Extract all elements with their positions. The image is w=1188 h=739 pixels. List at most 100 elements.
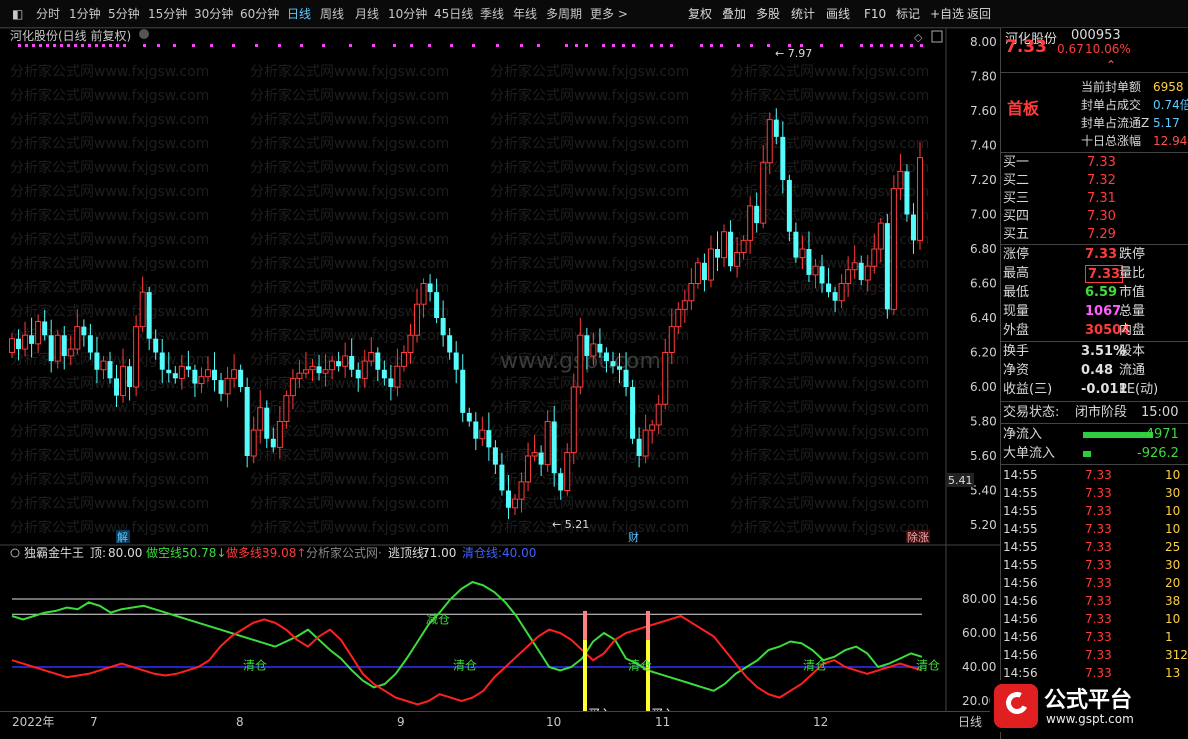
tool-button-7[interactable]: +自选 [930,6,964,22]
stat-label-2: 市值 [1119,285,1146,300]
signal-dot [632,44,635,47]
signal-dot [585,44,588,47]
period-tab-10[interactable]: 45日线 [434,6,473,22]
candle-body [264,407,270,439]
tick-volume: 312 [1165,648,1188,662]
candle-body [649,424,656,431]
candle-body [16,338,22,350]
candle-body [67,348,74,357]
tool-button-6[interactable]: 标记 [896,6,920,22]
period-tab-5[interactable]: 60分钟 [240,6,279,22]
signal-dot [157,44,160,47]
trade-status-value: 闭市阶段 [1075,405,1128,420]
candle-body [812,265,819,276]
watermark-text: 分析家公式网www.fxjgsw.com [730,351,929,368]
candle-body [218,380,224,394]
period-tab-14[interactable]: 更多 > [590,6,628,22]
stat-value: 6.59 [1085,285,1118,300]
price-tick: 5.80 [970,415,997,429]
signal-dot [123,44,126,47]
candle-body [289,377,296,397]
signal-dot [88,44,91,47]
watermark-text: 分析家公式网www.fxjgsw.com [730,423,929,440]
candle-body [329,360,336,371]
watermark-text: 分析家公式网www.fxjgsw.com [490,519,689,536]
divider [1001,401,1188,402]
watermark-text: 分析家公式网www.fxjgsw.com [250,231,449,248]
stat-label-2: 总量 [1119,304,1146,319]
candle-body [551,421,557,474]
tool-button-3[interactable]: 统计 [791,6,815,22]
divider [1001,152,1188,153]
tool-button-4[interactable]: 画线 [826,6,850,22]
stat2-label-2: 流通 [1119,363,1146,378]
candle-body [570,386,577,454]
watermark-text: 分析家公式网www.fxjgsw.com [730,87,929,104]
period-tab-3[interactable]: 15分钟 [148,6,187,22]
tool-button-0[interactable]: 复权 [688,6,712,22]
period-tab-1[interactable]: 1分钟 [69,6,101,22]
candle-body [662,352,669,405]
period-tab-2[interactable]: 5分钟 [108,6,140,22]
signal-dot [278,44,281,47]
watermark-text: 分析家公式网www.fxjgsw.com [490,303,689,320]
period-tab-8[interactable]: 月线 [355,6,379,22]
tool-button-1[interactable]: 叠加 [722,6,746,22]
period-label[interactable]: 日线 [958,714,982,730]
candle-body [786,180,792,232]
watermark-text: 分析家公式网www.fxjgsw.com [10,159,209,176]
marker-jie: 解 [117,530,128,544]
kline-chart[interactable]: 分析家公式网www.fxjgsw.com 分析家公式网www.fxjgsw.com… [0,28,1000,739]
price-tick: 7.80 [970,70,997,84]
candle-body [407,334,414,353]
price-tick: 6.80 [970,242,997,256]
signal-dot [575,44,578,47]
fengdan-label: 封单占流通Z [1081,116,1150,130]
candle-body [858,262,864,281]
signal-dot [349,44,352,47]
candle-body [231,369,238,379]
buy-bar-top [646,610,650,640]
fengdan-value: 5.17 [1153,116,1180,130]
bid-label: 买四 [1003,209,1030,224]
candle-body [773,119,779,137]
candle-body [400,352,407,367]
period-tab-13[interactable]: 多周期 [546,6,582,22]
candle-body [525,455,532,483]
period-tab-9[interactable]: 10分钟 [388,6,427,22]
candle-body [120,365,127,397]
candle-body [499,464,505,491]
bid-price: 7.32 [1087,173,1116,188]
indicator-header-10: 清仓线: [462,546,502,560]
period-tab-7[interactable]: 周线 [320,6,344,22]
period-tab-12[interactable]: 年线 [513,6,537,22]
signal-dot [53,44,56,47]
price-tick: 6.40 [970,311,997,325]
tool-button-8[interactable]: 返回 [967,6,991,22]
tick-volume: 1 [1165,630,1173,644]
watermark-text: 分析家公式网www.fxjgsw.com [490,327,689,344]
watermark-text: 分析家公式网www.fxjgsw.com [490,111,689,128]
candle-body [655,403,662,426]
candle-body [511,498,518,509]
candle-body [316,366,322,374]
signal-dot [102,44,105,47]
watermark-text: 分析家公式网www.fxjgsw.com [490,207,689,224]
netflow-label: 净流入 [1003,427,1043,442]
bid-label: 买三 [1003,191,1030,206]
indicator-header-3: 做空线: [146,545,186,560]
period-tab-11[interactable]: 季线 [480,6,504,22]
watermark-text: 分析家公式网www.fxjgsw.com [10,447,209,464]
logo-url: www.gspt.com [1046,712,1134,726]
candle-body [54,334,61,362]
tool-button-2[interactable]: 多股 [756,6,780,22]
candle-body [74,326,81,350]
panel-toggle-icon[interactable]: ◧ [12,6,23,22]
period-tab-0[interactable]: 分时 [36,6,60,22]
signal-dot [767,44,770,47]
candle-body [296,372,303,379]
period-tab-4[interactable]: 30分钟 [194,6,233,22]
tool-button-5[interactable]: F10 [864,6,886,22]
period-tab-6[interactable]: 日线 [287,6,311,22]
quote-panel: 河化股份 000953 7.33 0.67 10.06% ⌃ 首板 当前封单额 6958 封单… [1000,28,1188,739]
